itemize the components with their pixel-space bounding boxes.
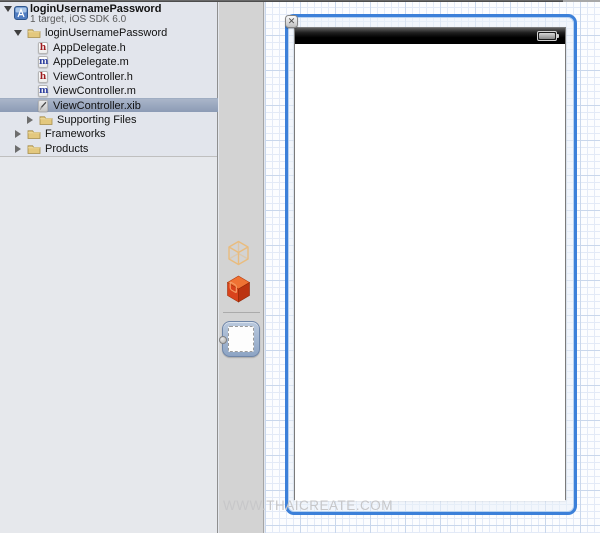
view-content-area[interactable] (295, 44, 565, 501)
header-file-icon: h (38, 71, 48, 83)
project-subtitle: 1 target, iOS SDK 6.0 (30, 14, 127, 25)
nav-row-label: ViewController.m (53, 85, 136, 97)
disclosure-triangle-icon[interactable] (14, 30, 22, 36)
xib-file-icon (38, 100, 48, 112)
view-object-knob (219, 336, 227, 344)
folder-icon (27, 128, 41, 143)
nav-row-group-loginusernamepassword[interactable]: loginUsernamePassword (0, 26, 218, 40)
disclosure-triangle-icon[interactable] (15, 144, 21, 153)
project-row[interactable]: loginUsernamePassword 1 target, iOS SDK … (0, 2, 218, 25)
project-navigator: loginUsernamePassword 1 target, iOS SDK … (0, 0, 218, 533)
nav-row-viewcontroller-xib-selected[interactable]: ViewController.xib (0, 98, 218, 112)
nav-row-label: AppDelegate.h (53, 42, 126, 54)
window-top-edge (0, 0, 563, 2)
implementation-file-icon: m (38, 56, 49, 68)
nav-row-label: loginUsernamePassword (45, 27, 168, 39)
nav-row-viewcontroller-m[interactable]: m ViewController.m (0, 84, 218, 98)
nav-row-label: Supporting Files (57, 114, 137, 126)
nav-row-label: Products (45, 143, 89, 155)
nav-row-label: Frameworks (45, 128, 106, 140)
folder-icon (27, 143, 41, 158)
ios-view-window[interactable] (294, 27, 566, 501)
header-file-icon: h (38, 42, 48, 54)
nav-row-supporting-files[interactable]: Supporting Files (0, 113, 218, 127)
nav-row-label: AppDelegate.m (53, 56, 129, 68)
nav-row-frameworks[interactable]: Frameworks (0, 127, 218, 141)
disclosure-triangle-icon[interactable] (4, 6, 12, 12)
watermark-text: WWW.THAICREATE.COM (223, 498, 393, 513)
ib-dock-strip (219, 0, 264, 533)
disclosure-triangle-icon[interactable] (15, 129, 21, 138)
xcode-project-icon (14, 6, 28, 25)
nav-row-viewcontroller-h[interactable]: h ViewController.h (0, 70, 218, 84)
disclosure-triangle-icon[interactable] (27, 115, 33, 124)
implementation-file-icon: m (38, 85, 49, 97)
view-selection-frame[interactable] (285, 14, 577, 515)
view-object-thumbnail (228, 326, 254, 352)
dock-divider (223, 312, 260, 313)
files-owner-cube-icon[interactable] (227, 240, 250, 271)
navigator-empty-area (0, 156, 217, 533)
nav-row-label: ViewController.xib (53, 100, 141, 112)
view-object-icon[interactable] (219, 321, 260, 357)
close-view-button[interactable]: ✕ (285, 15, 298, 28)
simulated-status-bar (295, 28, 565, 44)
first-responder-cube-icon[interactable] (226, 275, 251, 308)
nav-row-appdelegate-m[interactable]: m AppDelegate.m (0, 55, 218, 69)
nav-row-products[interactable]: Products (0, 142, 218, 156)
nav-row-appdelegate-h[interactable]: h AppDelegate.h (0, 41, 218, 55)
battery-icon (537, 31, 559, 41)
window-top-edge-right (563, 0, 600, 2)
nav-row-label: ViewController.h (53, 71, 133, 83)
folder-icon (27, 27, 41, 42)
ib-canvas: ✕ (265, 0, 600, 533)
